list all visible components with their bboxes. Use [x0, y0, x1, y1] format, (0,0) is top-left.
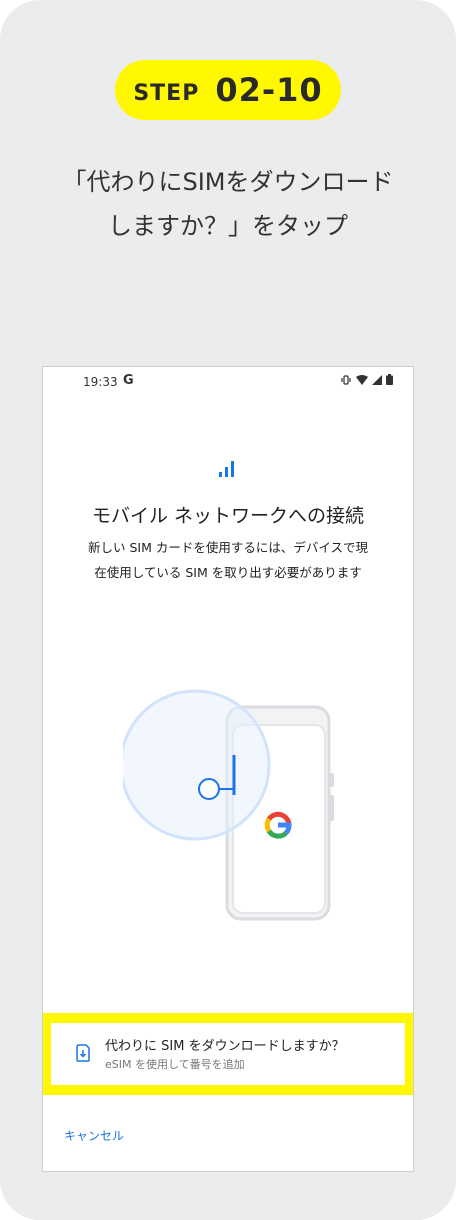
screen-title: モバイル ネットワークへの接続: [91, 505, 365, 527]
magnifier-circle: [123, 689, 271, 841]
wifi-icon: [356, 374, 368, 385]
vibrate-icon: [341, 374, 351, 385]
instruction-text: 「代わりにSIMをダウンロード しますか？」をタップ: [20, 160, 436, 248]
step-word: STEP: [133, 80, 200, 106]
option-subtitle: eSIM を使用して番号を追加: [105, 1058, 245, 1071]
instruction-line-2: しますか？」をタップ: [108, 212, 348, 240]
status-time: 19:33: [83, 375, 118, 389]
option-title: 代わりに SIM をダウンロードしますか？: [105, 1039, 345, 1054]
sim-download-icon: [76, 1044, 90, 1062]
description-line-2: 在使用している SIM を取り出す必要があります: [94, 565, 362, 580]
step-number: 02-10: [215, 71, 323, 109]
sim-tray-hole: [198, 778, 220, 800]
cell-signal-icon: [372, 374, 382, 385]
screen-description: 新しい SIM カードを使用するには、デバイスで現 在使用している SIM を取…: [63, 535, 393, 585]
step-badge: STEP 02-10: [115, 60, 341, 120]
status-bar: 19:33 G: [43, 367, 413, 397]
description-line-1: 新しい SIM カードを使用するには、デバイスで現: [88, 540, 368, 555]
tutorial-card: STEP 02-10 「代わりにSIMをダウンロード しますか？」をタップ 19…: [0, 0, 456, 1220]
google-status-icon: G: [123, 373, 134, 388]
download-sim-option[interactable]: 代わりに SIM をダウンロードしますか？ eSIM を使用して番号を追加: [51, 1023, 405, 1085]
battery-icon: [386, 374, 393, 385]
cancel-button[interactable]: キャンセル: [64, 1127, 124, 1144]
phone-screenshot: 19:33 G モバイル ネットワークへの接続 新しい SIM カードを使用する…: [42, 366, 414, 1172]
network-signal-icon: [219, 461, 234, 477]
option-highlight: 代わりに SIM をダウンロードしますか？ eSIM を使用して番号を追加: [43, 1013, 413, 1095]
sim-tray-illustration: [123, 689, 334, 921]
instruction-line-1: 「代わりにSIMをダウンロード: [62, 168, 394, 196]
status-icons: [340, 374, 393, 385]
